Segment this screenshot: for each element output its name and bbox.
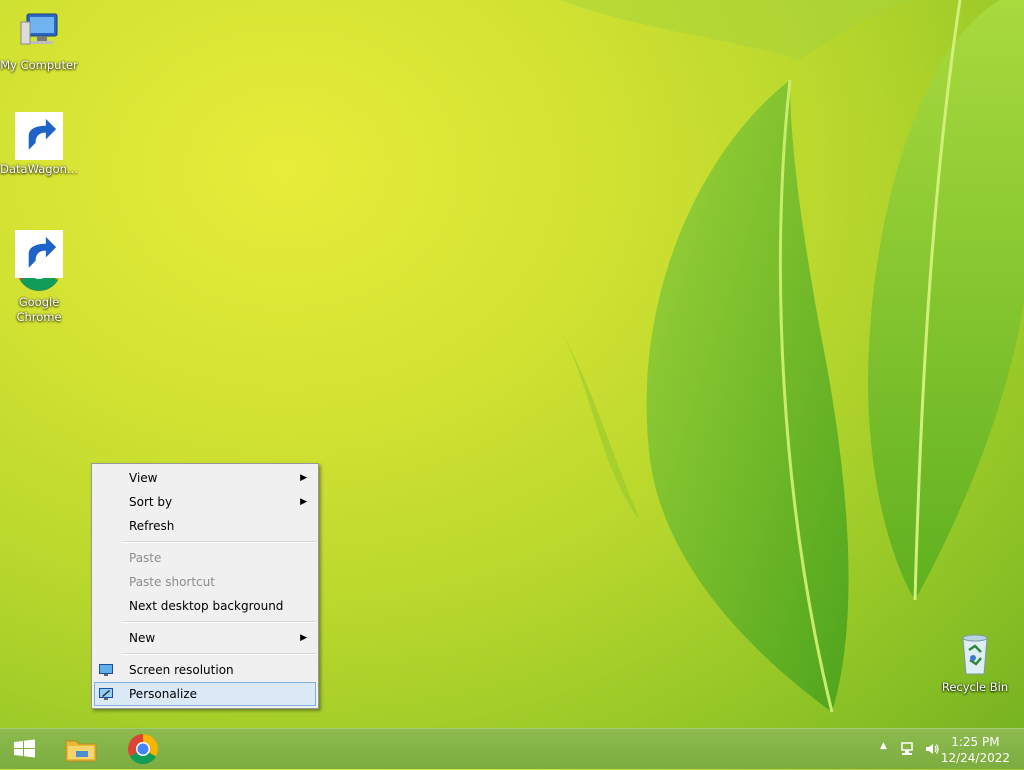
menu-item-label: Sort by xyxy=(129,495,173,509)
system-tray: ▲ 1:25 PM 12/24/2022 xyxy=(864,729,1024,769)
folder-icon xyxy=(65,740,97,762)
desktop-icon-label: Recycle Bin xyxy=(941,680,1009,694)
menu-item-label: Paste shortcut xyxy=(129,575,215,589)
recycle-bin-icon xyxy=(962,634,988,675)
desktop-icon-label: DataWagon... xyxy=(0,162,78,176)
clock-time: 1:25 PM xyxy=(951,735,1000,749)
network-icon[interactable] xyxy=(900,741,916,757)
desktop-icon-google-chrome[interactable]: Google Chrome xyxy=(0,215,78,340)
clock-date: 12/24/2022 xyxy=(940,751,1010,765)
desktop-icon-recycle-bin[interactable]: Recycle Bin xyxy=(936,630,1014,695)
windows-logo-icon xyxy=(14,739,35,758)
shortcut-arrow-icon xyxy=(15,112,63,160)
menu-item-label: Screen resolution xyxy=(129,663,234,677)
taskbar-clock[interactable]: 1:25 PM 12/24/2022 xyxy=(941,734,1010,766)
menu-item-label: Refresh xyxy=(129,519,175,533)
menu-item-refresh[interactable]: Refresh xyxy=(94,514,316,538)
desktop-icon-my-computer[interactable]: My Computer xyxy=(0,8,78,73)
desktop-icon-label: Google Chrome xyxy=(16,295,62,324)
taskbar-file-explorer[interactable] xyxy=(54,731,108,767)
menu-item-new[interactable]: New ▶ xyxy=(94,626,316,650)
desktop-icon-datawagon[interactable]: DataWagon... xyxy=(0,112,78,177)
show-hidden-icons-chevron-icon[interactable]: ▲ xyxy=(880,741,887,751)
menu-item-label: Paste xyxy=(129,551,162,565)
menu-separator xyxy=(122,541,316,543)
menu-item-paste: Paste xyxy=(94,546,316,570)
submenu-arrow-icon: ▶ xyxy=(300,497,307,507)
menu-item-label: View xyxy=(129,471,158,485)
menu-item-label: New xyxy=(129,631,156,645)
submenu-arrow-icon: ▶ xyxy=(300,633,307,643)
taskbar: ▲ 1:25 PM 12/24/2022 xyxy=(0,728,1024,769)
menu-item-screen-resolution[interactable]: Screen resolution xyxy=(94,658,316,682)
menu-item-personalize[interactable]: Personalize xyxy=(94,682,316,706)
desktop-icon-label: My Computer xyxy=(0,58,78,72)
menu-separator xyxy=(122,653,316,655)
menu-separator xyxy=(122,621,316,623)
desktop-context-menu: View ▶ Sort by ▶ Refresh Paste Paste sho… xyxy=(91,463,319,709)
menu-item-sort-by[interactable]: Sort by ▶ xyxy=(94,490,316,514)
submenu-arrow-icon: ▶ xyxy=(300,473,307,483)
menu-item-label: Personalize xyxy=(129,687,198,701)
shortcut-arrow-icon xyxy=(15,230,63,278)
menu-item-label: Next desktop background xyxy=(129,599,284,613)
taskbar-google-chrome[interactable] xyxy=(116,731,170,767)
personalize-icon xyxy=(99,688,113,700)
menu-item-next-desktop-background[interactable]: Next desktop background xyxy=(94,594,316,618)
chrome-icon xyxy=(128,734,159,765)
menu-item-view[interactable]: View ▶ xyxy=(94,466,316,490)
volume-icon[interactable] xyxy=(924,741,940,757)
start-button[interactable] xyxy=(4,733,44,765)
display-icon xyxy=(99,664,113,676)
computer-icon xyxy=(20,13,58,45)
menu-item-paste-shortcut: Paste shortcut xyxy=(94,570,316,594)
